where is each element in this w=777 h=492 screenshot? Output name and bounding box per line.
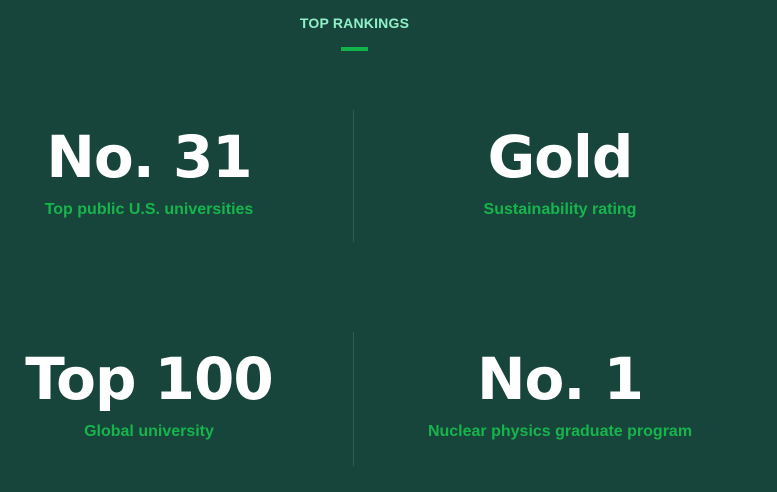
ranking-stat: Gold Sustainability rating [412,122,708,220]
section-title: TOP RANKINGS [299,15,410,31]
ranking-value: No. 1 [477,345,644,413]
ranking-value: Gold [487,123,634,191]
ranking-value: No. 31 [46,123,252,191]
vertical-divider [353,110,354,242]
ranking-label: Global university [84,423,214,440]
ranking-label: Nuclear physics graduate program [427,423,693,440]
ranking-stat: Top 100 Global university [0,344,298,442]
ranking-stat: No. 31 Top public U.S. universities [0,122,298,220]
ranking-stat: No. 1 Nuclear physics graduate program [412,344,708,442]
vertical-divider [353,332,354,466]
ranking-label: Top public U.S. universities [44,201,254,218]
ranking-value: Top 100 [25,345,274,413]
title-underline [341,47,368,51]
ranking-label: Sustainability rating [483,201,637,218]
